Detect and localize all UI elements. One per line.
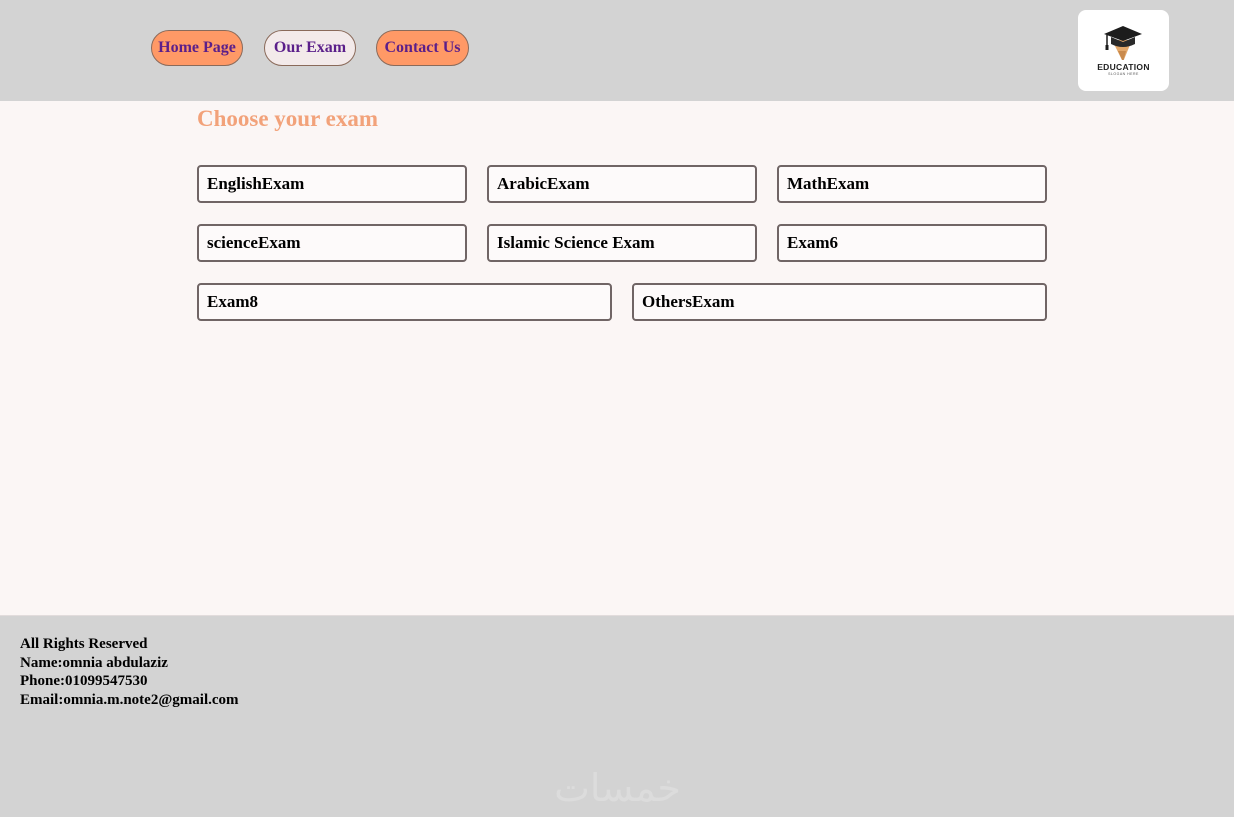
exam-button-others[interactable]: OthersExam bbox=[632, 283, 1047, 321]
page-title: Choose your exam bbox=[197, 106, 379, 131]
exam-button-islamic-science[interactable]: Islamic Science Exam bbox=[487, 224, 757, 262]
exam-button-english[interactable]: EnglishExam bbox=[197, 165, 467, 203]
logo[interactable]: EDUCATION SLOGAN HERE bbox=[1078, 10, 1169, 91]
footer-phone: Phone:01099547530 bbox=[20, 673, 148, 689]
logo-slogan: SLOGAN HERE bbox=[1108, 72, 1139, 76]
nav-our-exam-button[interactable]: Our Exam bbox=[264, 30, 356, 66]
footer: All Rights Reserved Name:omnia abdulaziz… bbox=[0, 615, 1234, 817]
footer-email: Email:omnia.m.note2@gmail.com bbox=[20, 691, 239, 708]
watermark: خمسات bbox=[554, 766, 681, 810]
nav-home-button[interactable]: Home Page bbox=[151, 30, 243, 66]
exam-button-exam6[interactable]: Exam6 bbox=[777, 224, 1047, 262]
header: Home Page Our Exam Contact Us EDUCATION … bbox=[0, 0, 1234, 101]
logo-wordmark: EDUCATION bbox=[1097, 62, 1150, 72]
footer-rights: All Rights Reserved bbox=[20, 636, 148, 652]
exam-button-exam8[interactable]: Exam8 bbox=[197, 283, 612, 321]
graduation-cap-pencil-icon bbox=[1104, 26, 1142, 60]
footer-contact-info: All Rights Reserved Name:omnia abdulaziz… bbox=[20, 635, 239, 709]
footer-name: Name:omnia abdulaziz bbox=[20, 654, 168, 671]
exam-button-math[interactable]: MathExam bbox=[777, 165, 1047, 203]
exam-button-science[interactable]: scienceExam bbox=[197, 224, 467, 262]
nav-contact-button[interactable]: Contact Us bbox=[376, 30, 469, 66]
exam-button-arabic[interactable]: ArabicExam bbox=[487, 165, 757, 203]
